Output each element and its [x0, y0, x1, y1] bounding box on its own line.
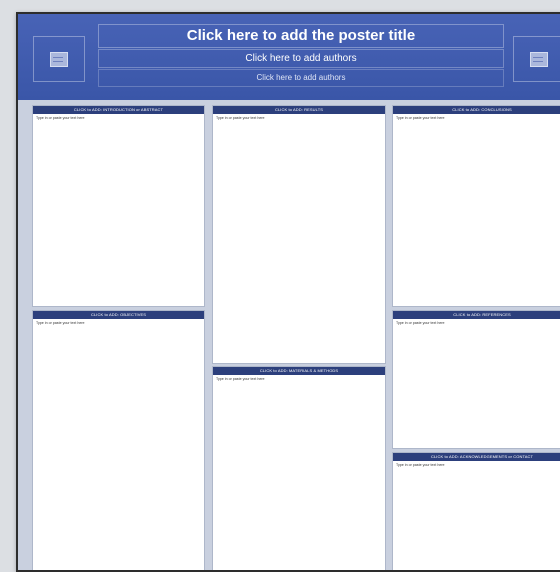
- section-results[interactable]: CLICK to ADD: RESULTS Type in or paste y…: [212, 105, 386, 364]
- poster-title[interactable]: Click here to add the poster title: [98, 24, 504, 48]
- section-body[interactable]: Type in or paste your text here: [33, 114, 204, 123]
- section-header[interactable]: CLICK to ADD: REFERENCES: [393, 311, 560, 319]
- section-body[interactable]: Type in or paste your text here: [393, 461, 560, 470]
- poster-banner: Click here to add the poster title Click…: [18, 14, 560, 100]
- section-body[interactable]: Type in or paste your text here: [393, 319, 560, 328]
- section-acknowledgements[interactable]: CLICK to ADD: ACKNOWLEDGEMENTS or CONTAC…: [392, 452, 560, 570]
- poster-affiliations[interactable]: Click here to add authors: [98, 69, 504, 87]
- section-header[interactable]: CLICK to ADD: MATERIALS & METHODS: [213, 367, 385, 375]
- logo-left[interactable]: [33, 36, 85, 82]
- section-header[interactable]: CLICK to ADD: RESULTS: [213, 106, 385, 114]
- logo-right[interactable]: [513, 36, 560, 82]
- image-placeholder-icon: [50, 51, 68, 67]
- section-materials-methods[interactable]: CLICK to ADD: MATERIALS & METHODS Type i…: [212, 366, 386, 570]
- section-body[interactable]: Type in or paste your text here: [213, 375, 385, 384]
- section-objectives[interactable]: CLICK to ADD: OBJECTIVES Type in or past…: [32, 310, 205, 570]
- section-conclusions[interactable]: CLICK to ADD: CONCLUSIONS Type in or pas…: [392, 105, 560, 307]
- section-introduction[interactable]: CLICK to ADD: INTRODUCTION or ABSTRACT T…: [32, 105, 205, 307]
- section-body[interactable]: Type in or paste your text here: [213, 114, 385, 123]
- section-body[interactable]: Type in or paste your text here: [33, 319, 204, 328]
- section-header[interactable]: CLICK to ADD: OBJECTIVES: [33, 311, 204, 319]
- image-placeholder-icon: [530, 51, 548, 67]
- section-header[interactable]: CLICK to ADD: ACKNOWLEDGEMENTS or CONTAC…: [393, 453, 560, 461]
- section-references[interactable]: CLICK to ADD: REFERENCES Type in or past…: [392, 310, 560, 449]
- poster: Click here to add the poster title Click…: [16, 12, 560, 572]
- section-body[interactable]: Type in or paste your text here: [393, 114, 560, 123]
- poster-authors[interactable]: Click here to add authors: [98, 49, 504, 68]
- section-header[interactable]: CLICK to ADD: INTRODUCTION or ABSTRACT: [33, 106, 204, 114]
- section-header[interactable]: CLICK to ADD: CONCLUSIONS: [393, 106, 560, 114]
